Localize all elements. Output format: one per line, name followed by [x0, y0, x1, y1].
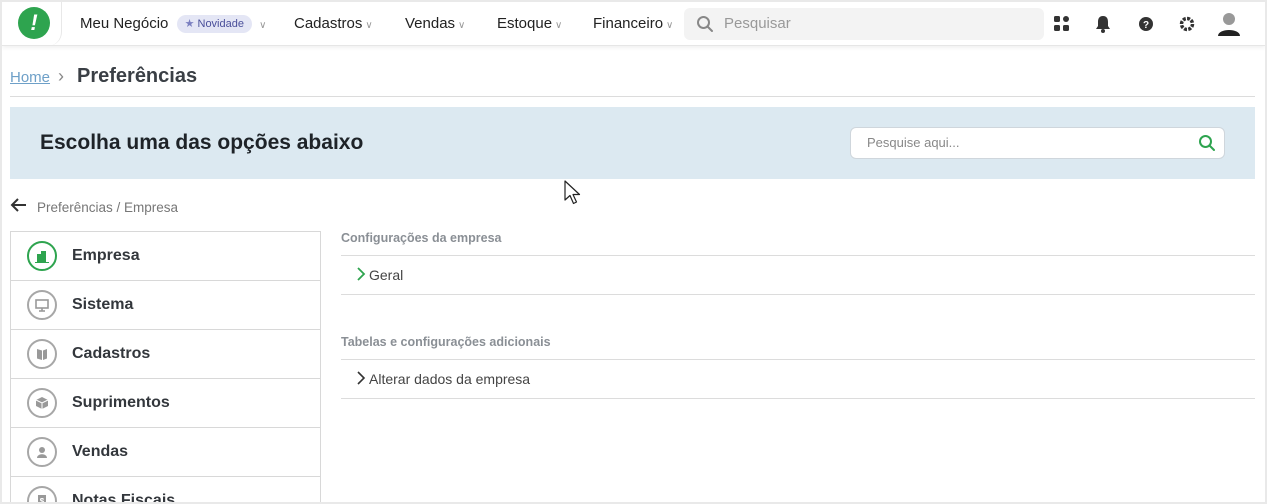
bell-icon[interactable]: [1093, 14, 1113, 34]
divider: [341, 359, 1255, 360]
search-icon: [697, 16, 713, 32]
building-icon: [27, 241, 57, 271]
section-title-configuracoes: Configurações da empresa: [341, 231, 502, 245]
option-geral[interactable]: Geral: [369, 267, 403, 283]
sidebar-item-suprimentos[interactable]: Suprimentos: [11, 379, 320, 428]
nav-estoque[interactable]: Estoque ∨: [497, 2, 562, 46]
back-arrow-icon[interactable]: [10, 197, 28, 213]
sidebar-item-notas-fiscais[interactable]: $ Notas Fiscais: [11, 477, 320, 502]
receipt-icon: $: [27, 486, 57, 502]
nav-meu-negocio[interactable]: Meu Negócio ★ Novidade ∨: [80, 2, 266, 46]
user-avatar-icon[interactable]: [1215, 10, 1243, 38]
box-icon: [27, 388, 57, 418]
svg-text:?: ?: [1143, 20, 1149, 31]
brand-logo[interactable]: !: [18, 7, 50, 39]
sidebar-item-label: Cadastros: [72, 345, 151, 362]
divider: [341, 255, 1255, 256]
nav-financeiro[interactable]: Financeiro ∨: [593, 2, 673, 46]
preferences-search-input[interactable]: Pesquise aqui...: [850, 127, 1225, 159]
app-window: ! Meu Negócio ★ Novidade ∨ Cadastros ∨ Ve…: [2, 2, 1265, 502]
sidebar-item-label: Notas Fiscais: [72, 492, 176, 502]
help-icon[interactable]: ?: [1136, 14, 1156, 34]
nav-label: Vendas: [405, 15, 456, 32]
divider: [10, 96, 1255, 97]
breadcrumb-home-link[interactable]: Home: [10, 69, 50, 86]
mouse-cursor-icon: [564, 180, 581, 205]
chevron-down-icon: ∨: [666, 20, 674, 31]
book-icon: [27, 339, 57, 369]
preferences-sidebar: Empresa Sistema Cadastros Suprimentos Ve…: [10, 231, 321, 502]
logo-area: !: [2, 2, 62, 46]
svg-text:$: $: [40, 497, 45, 502]
nav-vendas[interactable]: Vendas ∨: [405, 2, 465, 46]
chevron-right-icon: ›: [58, 66, 64, 86]
star-icon: ★: [184, 18, 195, 30]
chevron-down-icon: ∨: [555, 20, 563, 31]
options-banner: Escolha uma das opções abaixo Pesquise a…: [10, 107, 1255, 179]
search-placeholder: Pesquise aqui...: [867, 135, 960, 150]
page-title: Preferências: [77, 65, 198, 87]
section-title-tabelas: Tabelas e configurações adicionais: [341, 335, 551, 349]
banner-title: Escolha uma das opções abaixo: [40, 131, 364, 154]
sidebar-item-cadastros[interactable]: Cadastros: [11, 330, 320, 379]
search-icon[interactable]: [1198, 134, 1216, 152]
apps-icon[interactable]: [1052, 14, 1072, 34]
sidebar-item-label: Empresa: [72, 247, 140, 264]
nav-cadastros[interactable]: Cadastros ∨: [294, 2, 373, 46]
sidebar-item-label: Vendas: [72, 443, 129, 460]
monitor-icon: [27, 290, 57, 320]
global-search-input[interactable]: Pesquisar: [684, 8, 1044, 40]
top-navbar: ! Meu Negócio ★ Novidade ∨ Cadastros ∨ Ve…: [2, 2, 1265, 46]
gear-icon[interactable]: [1177, 14, 1197, 34]
chevron-right-icon: [357, 371, 366, 385]
nav-label: Cadastros: [294, 15, 363, 32]
divider: [341, 398, 1255, 399]
nav-label: Meu Negócio: [80, 15, 169, 32]
badge-label: Novidade: [197, 18, 244, 30]
sidebar-item-label: Sistema: [72, 296, 134, 313]
sidebar-item-vendas[interactable]: Vendas: [11, 428, 320, 477]
search-placeholder: Pesquisar: [724, 15, 791, 32]
nav-label: Financeiro: [593, 15, 664, 32]
chevron-down-icon: ∨: [365, 20, 373, 31]
handshake-icon: [27, 437, 57, 467]
novidade-badge: ★ Novidade: [176, 15, 252, 33]
chevron-down-icon: ∨: [458, 20, 466, 31]
current-path: Preferências / Empresa: [37, 200, 179, 215]
sidebar-item-label: Suprimentos: [72, 394, 170, 411]
chevron-right-icon: [357, 267, 366, 281]
sidebar-item-sistema[interactable]: Sistema: [11, 281, 320, 330]
divider: [341, 294, 1255, 295]
chevron-down-icon: ∨: [259, 20, 267, 31]
sidebar-item-empresa[interactable]: Empresa: [11, 232, 320, 281]
option-alterar-dados-empresa[interactable]: Alterar dados da empresa: [369, 371, 530, 387]
nav-label: Estoque: [497, 15, 553, 32]
